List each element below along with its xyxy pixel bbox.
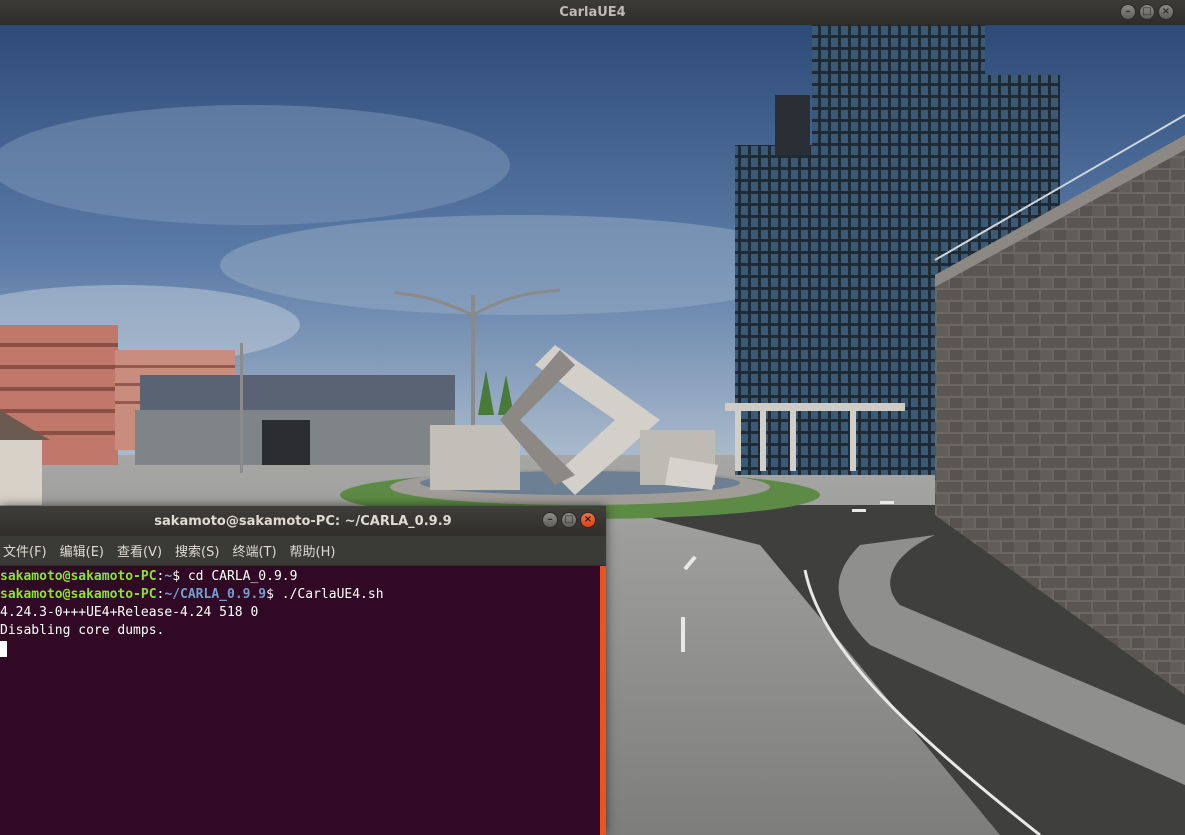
carla-window-controls: – □ × <box>1120 4 1174 20</box>
text-cursor <box>0 641 7 657</box>
menu-help[interactable]: 帮助(H) <box>290 541 343 560</box>
command-text: cd CARLA_0.9.9 <box>187 569 298 584</box>
terminal-output-line: 4.24.3-0+++UE4+Release-4.24 518 0 <box>0 605 259 620</box>
terminal-window[interactable]: sakamoto@sakamoto-PC: ~/CARLA_0.9.9 – □ … <box>0 506 606 835</box>
prompt-symbol: $ <box>172 569 188 584</box>
prompt-path: ~/CARLA_0.9.9 <box>164 587 267 602</box>
menu-file[interactable]: 文件(F) <box>3 541 54 560</box>
terminal-line: sakamoto@sakamoto-PC:~$ cd CARLA_0.9.9 <box>0 568 600 586</box>
terminal-output-line: Disabling core dumps. <box>0 623 165 638</box>
terminal-line: sakamoto@sakamoto-PC:~/CARLA_0.9.9$ ./Ca… <box>0 586 600 604</box>
terminal-cursor-line <box>0 640 600 658</box>
terminal-window-controls: – □ × <box>542 512 596 528</box>
command-text: ./CarlaUE4.sh <box>281 587 384 602</box>
close-button[interactable]: × <box>1158 4 1174 20</box>
terminal-output[interactable]: sakamoto@sakamoto-PC:~$ cd CARLA_0.9.9 s… <box>0 566 600 835</box>
menu-terminal[interactable]: 终端(T) <box>232 541 283 560</box>
carla-window-titlebar[interactable]: CarlaUE4 – □ × <box>0 0 1185 25</box>
menu-edit[interactable]: 编辑(E) <box>60 541 111 560</box>
terminal-minimize-button[interactable]: – <box>542 512 558 528</box>
menu-search[interactable]: 搜索(S) <box>175 541 226 560</box>
menu-view[interactable]: 查看(V) <box>117 541 169 560</box>
carla-window-title: CarlaUE4 <box>559 5 626 20</box>
prompt-user-host: sakamoto@sakamoto-PC <box>0 587 157 602</box>
terminal-titlebar[interactable]: sakamoto@sakamoto-PC: ~/CARLA_0.9.9 – □ … <box>0 506 606 536</box>
terminal-menubar: 文件(F) 编辑(E) 查看(V) 搜索(S) 终端(T) 帮助(H) <box>0 536 606 566</box>
prompt-user-host: sakamoto@sakamoto-PC <box>0 569 157 584</box>
minimize-button[interactable]: – <box>1120 4 1136 20</box>
terminal-title: sakamoto@sakamoto-PC: ~/CARLA_0.9.9 <box>154 513 452 529</box>
prompt-symbol: $ <box>266 587 282 602</box>
terminal-maximize-button[interactable]: □ <box>561 512 577 528</box>
terminal-close-button[interactable]: × <box>580 512 596 528</box>
maximize-button[interactable]: □ <box>1139 4 1155 20</box>
terminal-scrollbar[interactable] <box>600 566 606 835</box>
